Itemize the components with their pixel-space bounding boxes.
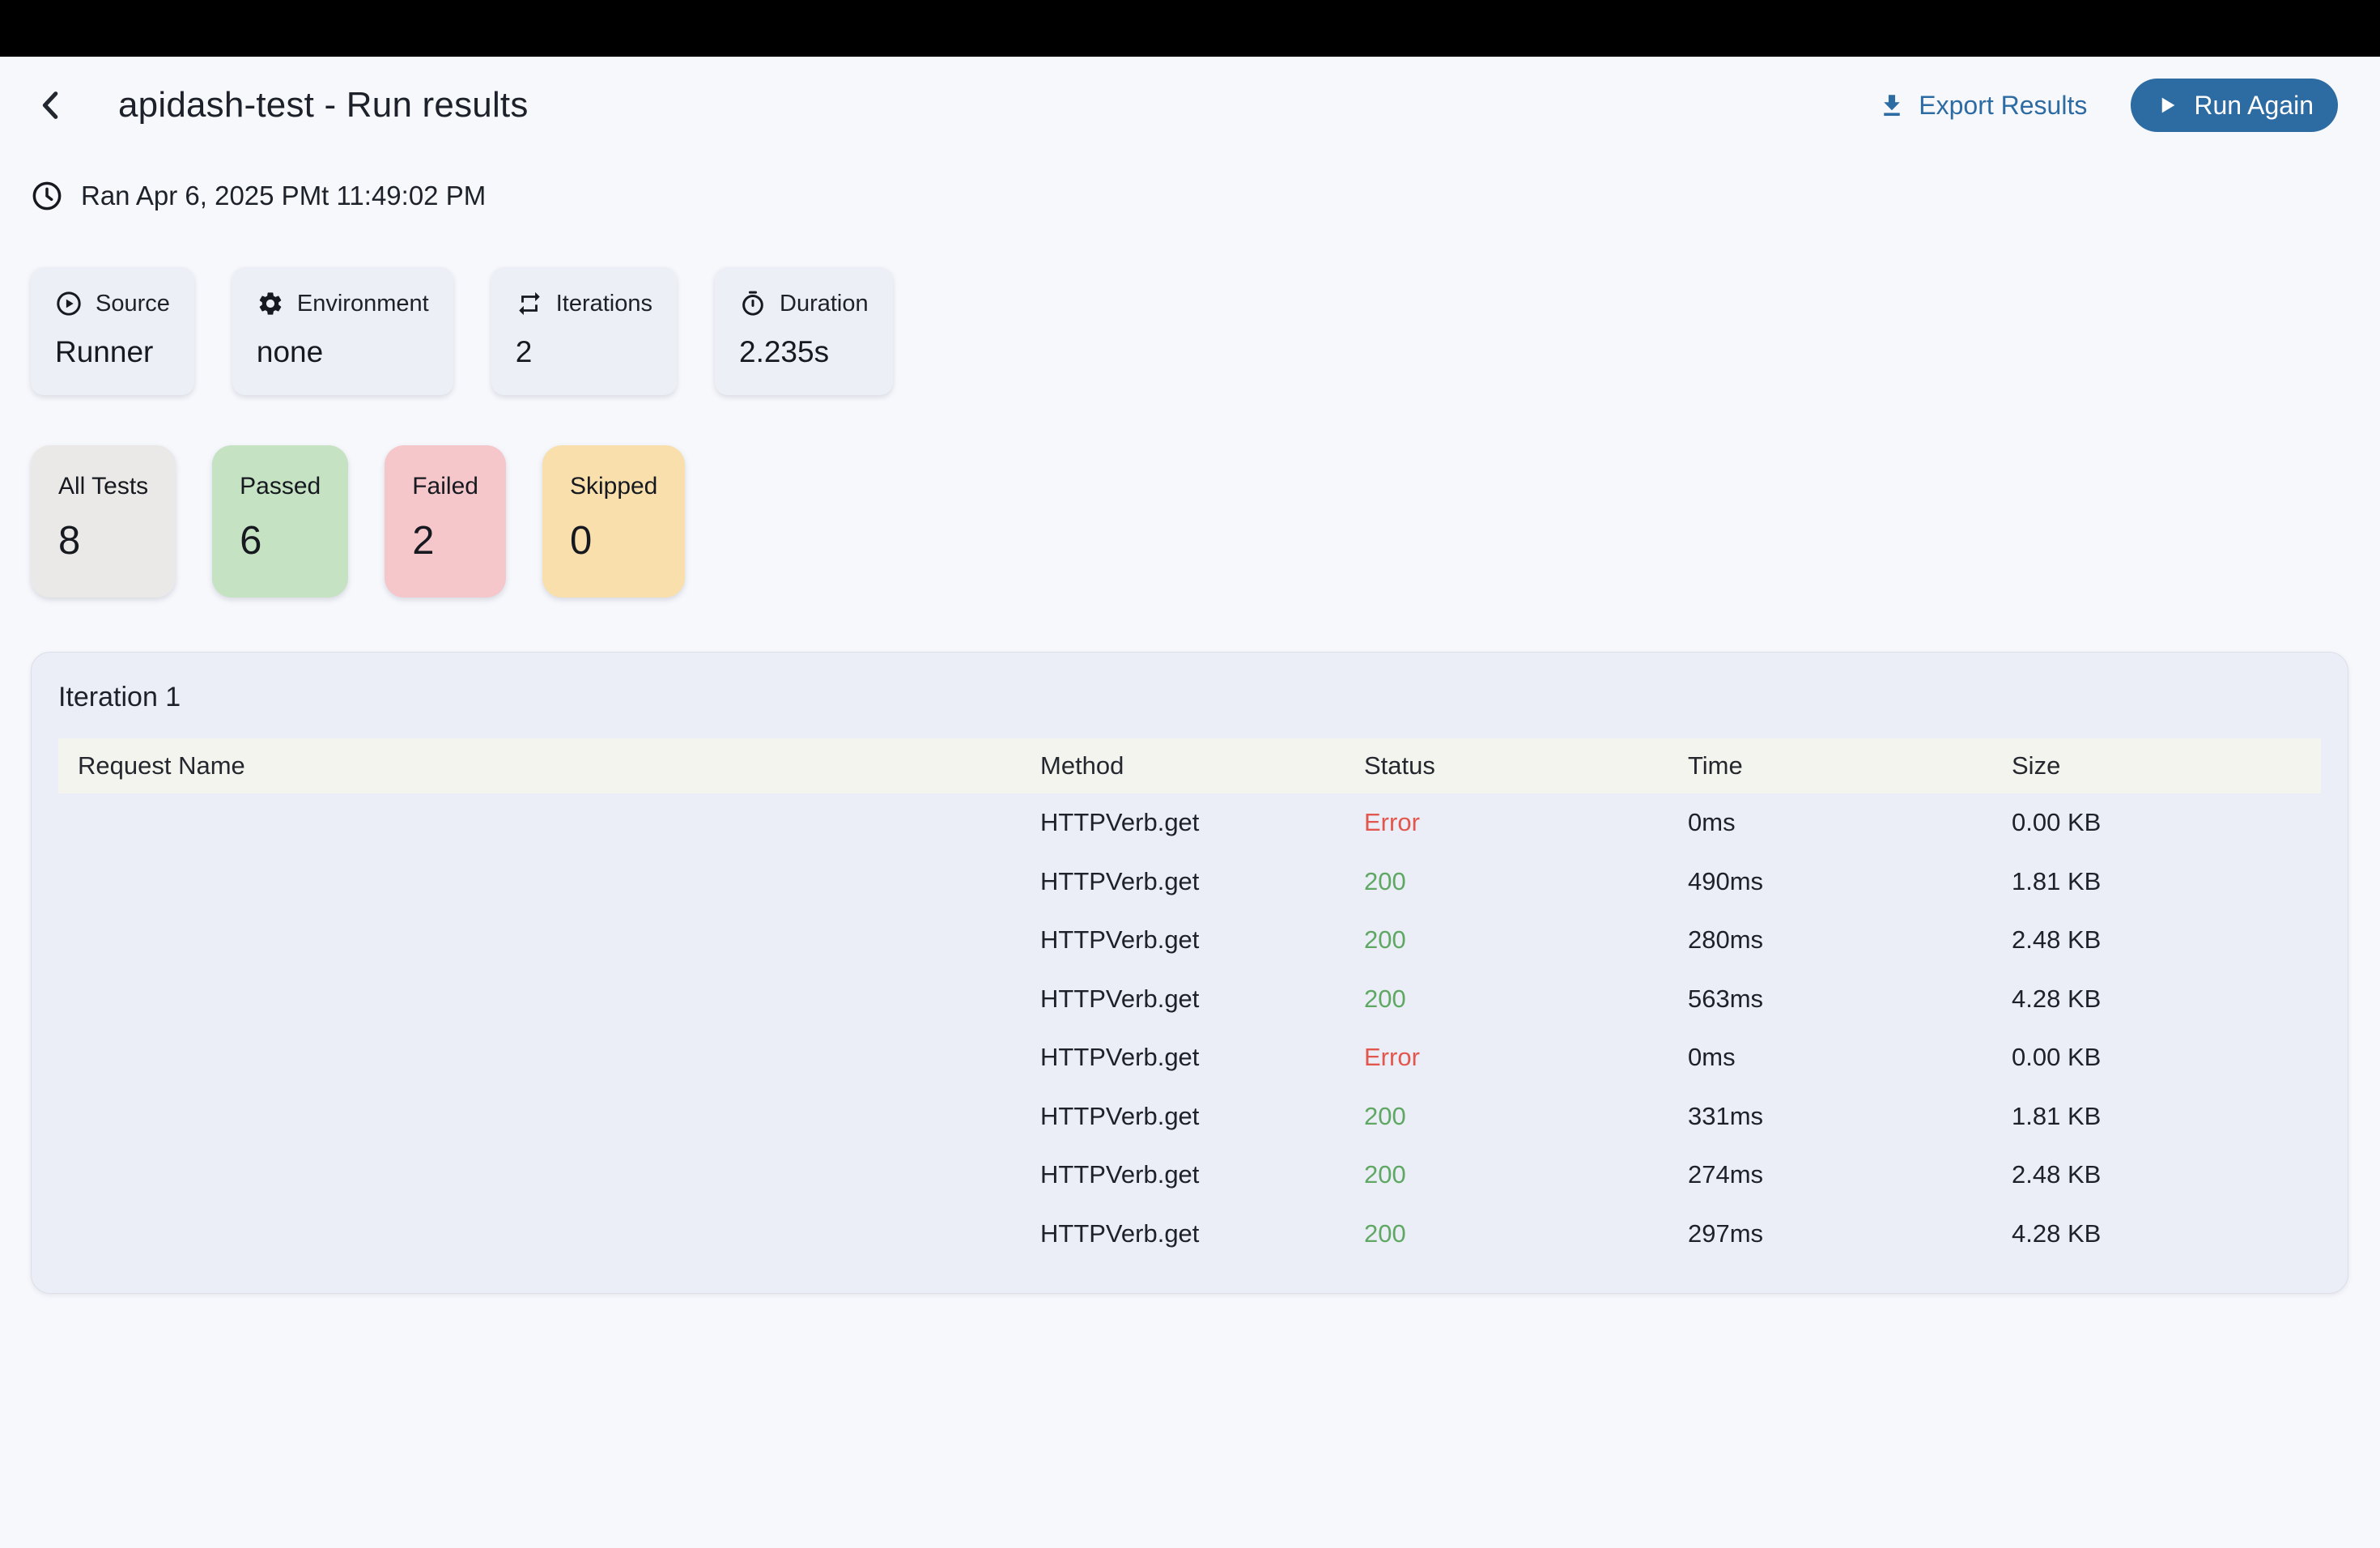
status-cell: 200 [1364, 1219, 1688, 1248]
time-cell: 0ms [1688, 808, 2012, 837]
size-cell: 2.48 KB [2012, 925, 2321, 955]
status-cell: 200 [1364, 1102, 1688, 1131]
column-header-request-name: Request Name [58, 751, 1040, 780]
stat-value: 0 [570, 518, 657, 563]
run-again-button[interactable]: Run Again [2131, 79, 2338, 132]
export-results-button[interactable]: Export Results [1872, 90, 2092, 121]
time-cell: 490ms [1688, 867, 2012, 896]
info-card-value: 2.235s [739, 335, 869, 369]
info-card-source: Source Runner [31, 267, 194, 395]
column-header-size: Size [2012, 751, 2321, 780]
size-cell: 1.81 KB [2012, 867, 2321, 896]
status-cell: 200 [1364, 925, 1688, 955]
status-cell: 200 [1364, 985, 1688, 1014]
time-cell: 274ms [1688, 1160, 2012, 1189]
method-cell: HTTPVerb.get [1040, 867, 1364, 896]
stat-value: 6 [240, 518, 321, 563]
time-cell: 297ms [1688, 1219, 2012, 1248]
size-cell: 4.28 KB [2012, 1219, 2321, 1248]
method-cell: HTTPVerb.get [1040, 1102, 1364, 1131]
info-card-value: 2 [516, 335, 652, 369]
info-card-duration: Duration 2.235s [715, 267, 893, 395]
results-table: Request Name Method Status Time Size HTT… [58, 738, 2321, 1263]
time-cell: 280ms [1688, 925, 2012, 955]
status-cell: 200 [1364, 867, 1688, 896]
run-timestamp: Ran Apr 6, 2025 PMt 11:49:02 PM [31, 180, 486, 212]
size-cell: 2.48 KB [2012, 1160, 2321, 1189]
table-row[interactable]: HTTPVerb.get Error 0ms 0.00 KB [58, 1028, 2321, 1087]
repeat-icon [516, 290, 543, 317]
status-cell: Error [1364, 808, 1688, 837]
play-icon [2155, 93, 2179, 117]
table-row[interactable]: HTTPVerb.get 200 563ms 4.28 KB [58, 970, 2321, 1029]
method-cell: HTTPVerb.get [1040, 808, 1364, 837]
info-card-label: Duration [780, 291, 869, 317]
download-icon [1877, 91, 1906, 120]
page-header: apidash-test - Run results Export Result… [0, 57, 2380, 154]
gear-icon [257, 290, 284, 317]
stopwatch-icon [739, 290, 767, 317]
stat-label: Failed [412, 473, 478, 500]
back-button[interactable] [31, 84, 73, 126]
run-info-cards: Source Runner Environment none Iteration… [31, 267, 893, 395]
table-row[interactable]: HTTPVerb.get 200 280ms 2.48 KB [58, 911, 2321, 970]
status-cell: 200 [1364, 1160, 1688, 1189]
stat-value: 2 [412, 518, 478, 563]
table-row[interactable]: HTTPVerb.get 200 274ms 2.48 KB [58, 1146, 2321, 1205]
chevron-left-icon [33, 87, 70, 124]
info-card-label: Source [96, 291, 170, 317]
stat-card-failed[interactable]: Failed 2 [385, 445, 506, 598]
run-again-label: Run Again [2194, 91, 2314, 121]
stat-value: 8 [58, 518, 148, 563]
play-circle-icon [55, 290, 83, 317]
info-card-environment: Environment none [232, 267, 453, 395]
table-row[interactable]: HTTPVerb.get Error 0ms 0.00 KB [58, 793, 2321, 853]
time-cell: 331ms [1688, 1102, 2012, 1131]
iteration-results-panel: Iteration 1 Request Name Method Status T… [31, 652, 2348, 1294]
size-cell: 0.00 KB [2012, 808, 2321, 837]
iteration-title: Iteration 1 [58, 682, 2321, 713]
run-timestamp-label: Ran Apr 6, 2025 PMt 11:49:02 PM [81, 181, 486, 211]
info-card-label: Environment [297, 291, 429, 317]
method-cell: HTTPVerb.get [1040, 1219, 1364, 1248]
test-stat-cards: All Tests 8 Passed 6 Failed 2 Skipped 0 [31, 445, 685, 598]
method-cell: HTTPVerb.get [1040, 925, 1364, 955]
time-cell: 0ms [1688, 1043, 2012, 1072]
info-card-value: none [257, 335, 429, 369]
info-card-value: Runner [55, 335, 170, 369]
method-cell: HTTPVerb.get [1040, 1043, 1364, 1072]
stat-card-skipped[interactable]: Skipped 0 [542, 445, 685, 598]
table-row[interactable]: HTTPVerb.get 200 331ms 1.81 KB [58, 1087, 2321, 1146]
size-cell: 4.28 KB [2012, 985, 2321, 1014]
method-cell: HTTPVerb.get [1040, 985, 1364, 1014]
info-card-label: Iterations [556, 291, 652, 317]
stat-card-passed[interactable]: Passed 6 [212, 445, 348, 598]
page-title: apidash-test - Run results [118, 85, 529, 125]
stat-label: All Tests [58, 473, 148, 500]
table-header-row: Request Name Method Status Time Size [58, 738, 2321, 793]
size-cell: 0.00 KB [2012, 1043, 2321, 1072]
clock-icon [31, 180, 63, 212]
column-header-status: Status [1364, 751, 1688, 780]
window-top-bar [0, 0, 2380, 57]
column-header-method: Method [1040, 751, 1364, 780]
export-results-label: Export Results [1919, 91, 2087, 121]
status-cell: Error [1364, 1043, 1688, 1072]
size-cell: 1.81 KB [2012, 1102, 2321, 1131]
info-card-iterations: Iterations 2 [491, 267, 677, 395]
stat-label: Passed [240, 473, 321, 500]
table-row[interactable]: HTTPVerb.get 200 297ms 4.28 KB [58, 1205, 2321, 1264]
time-cell: 563ms [1688, 985, 2012, 1014]
stat-label: Skipped [570, 473, 657, 500]
method-cell: HTTPVerb.get [1040, 1160, 1364, 1189]
table-row[interactable]: HTTPVerb.get 200 490ms 1.81 KB [58, 853, 2321, 912]
column-header-time: Time [1688, 751, 2012, 780]
run-results-page: apidash-test - Run results Export Result… [0, 0, 2380, 1548]
stat-card-all-tests[interactable]: All Tests 8 [31, 445, 176, 598]
